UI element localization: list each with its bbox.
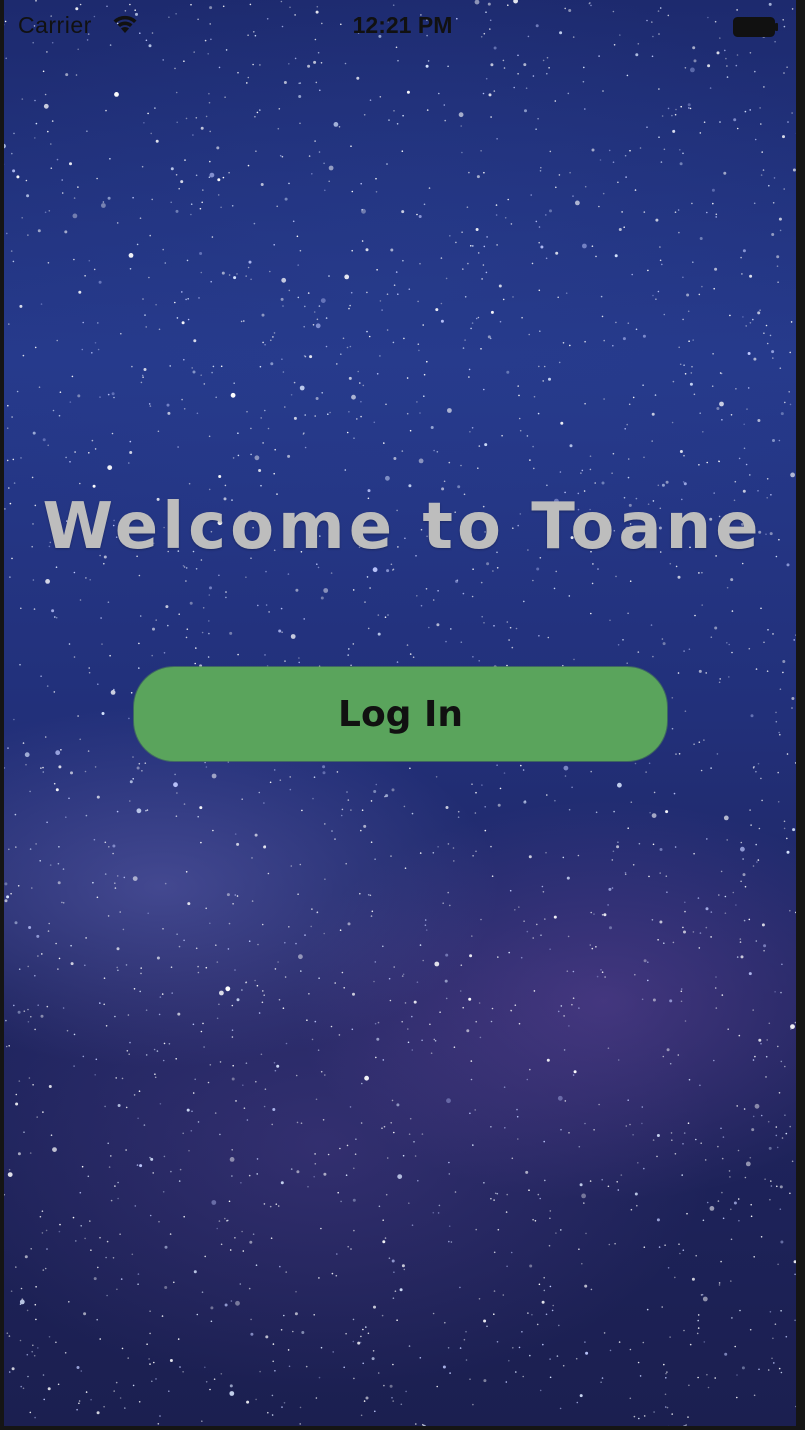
welcome-screen: Carrier 12:21 PM Welcome to Toane Log In (0, 0, 805, 1430)
login-button-label: Log In (338, 693, 463, 735)
status-bar: Carrier 12:21 PM (0, 0, 805, 52)
welcome-title: Welcome to Toane (42, 490, 763, 564)
battery-icon (733, 16, 779, 37)
login-button[interactable]: Log In (134, 667, 667, 761)
status-time: 12:21 PM (352, 12, 453, 38)
